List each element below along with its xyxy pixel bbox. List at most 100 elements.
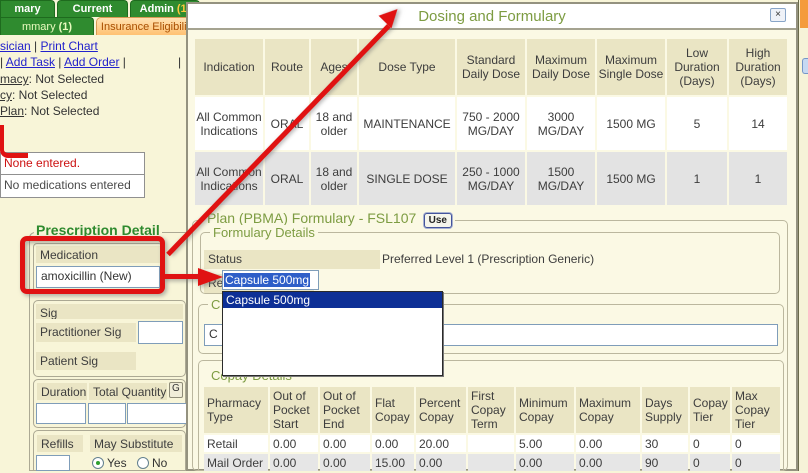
separator: | (178, 55, 181, 69)
cell: All Common Indications (195, 97, 263, 150)
cell: 250 - 1000 MG/DAY (457, 152, 525, 205)
col-header: Indication (195, 39, 263, 95)
blue-widget-remnant (802, 58, 808, 74)
cell: 1500 MG/DAY (527, 152, 595, 205)
policy-link[interactable]: cy (0, 88, 12, 102)
tab-label: Admin (140, 3, 174, 15)
links-line-2: | Add Task | Add Order | (0, 55, 186, 69)
col-header: Percent Copay (416, 387, 466, 433)
cell: 0.00 (576, 454, 640, 471)
radio-no-icon[interactable] (137, 457, 149, 469)
col-header: Out of Pocket End (320, 387, 370, 433)
radio-no-label: No (152, 456, 167, 470)
plan-legend-text: Plan (PBMA) Formulary - FSL107 (207, 210, 416, 226)
listbox-item-selected[interactable]: Capsule 500mg (223, 292, 442, 308)
print-chart-link[interactable]: Print Chart (41, 39, 98, 53)
col-header: Route (265, 39, 309, 95)
refills-input[interactable] (36, 455, 70, 471)
physician-link[interactable]: sician (0, 39, 31, 53)
separator: | (0, 55, 3, 69)
copay-row-retail: Retail 0.00 0.00 0.00 20.00 5.00 0.00 30… (204, 435, 780, 452)
may-substitute-label: May Substitute (90, 435, 182, 452)
col-header: High Duration (Days) (729, 39, 787, 95)
dose-form-combobox[interactable]: Capsule 500mg (222, 270, 319, 290)
col-header: Flat Copay (372, 387, 414, 433)
dose-form-listbox[interactable]: Capsule 500mg (222, 291, 443, 376)
quantity-calc-button[interactable]: G (169, 382, 183, 398)
tab-current[interactable]: Current (57, 0, 128, 17)
status-value: Preferred Level 1 (Prescription Generic) (382, 252, 594, 266)
copay-header-row: Pharmacy Type Out of Pocket Start Out of… (204, 387, 780, 433)
cell: 30 (642, 435, 688, 452)
col-header: Maximum Daily Dose (527, 39, 595, 95)
refills-label: Refills (37, 435, 83, 452)
col-header: Low Duration (Days) (667, 39, 727, 95)
tab-label: mmary (22, 21, 56, 33)
pharmacy-not-selected: macy: Not Selected (0, 72, 104, 86)
panel-title: Dosing and Formulary (188, 4, 796, 25)
cell (468, 454, 514, 471)
cell: 0.00 (270, 435, 318, 452)
col-header: Dose Type (359, 39, 455, 95)
cell: 5 (667, 97, 727, 150)
pharmacy-link[interactable]: macy (0, 72, 29, 86)
cell (468, 435, 514, 452)
plan-not-selected: Plan: Not Selected (0, 104, 99, 118)
dosing-row-maintenance[interactable]: All Common Indications ORAL 18 and older… (195, 97, 787, 150)
col-header: Maximum Copay (576, 387, 640, 433)
radio-yes-label: Yes (107, 456, 127, 470)
screen: { "left": { "sep": "|", "tabs_row1": [ {… (0, 0, 808, 471)
tab-label: Current (73, 3, 113, 15)
separator: | (58, 55, 61, 69)
cell: 0.00 (320, 454, 370, 471)
cell: 0 (732, 454, 780, 471)
cell: 14 (729, 97, 787, 150)
cell: 0.00 (372, 435, 414, 452)
red-arrow-to-combobox-head (198, 268, 223, 286)
practitioner-sig-input[interactable] (138, 321, 183, 344)
sig-label: Sig (36, 304, 183, 319)
copay-table: Pharmacy Type Out of Pocket Start Out of… (202, 385, 782, 473)
col-header: Days Supply (642, 387, 688, 433)
total-quantity-unit-input[interactable] (127, 403, 187, 424)
add-order-link[interactable]: Add Order (64, 55, 119, 69)
cell: 1500 MG (597, 97, 665, 150)
tab-label: Insurance Eligibility (101, 21, 195, 33)
may-substitute-no[interactable]: No (137, 456, 167, 470)
cell: Mail Order (204, 454, 268, 471)
total-quantity-input[interactable] (88, 403, 126, 424)
tab-summary-top[interactable]: mary (0, 0, 55, 17)
cell: 0.00 (516, 454, 574, 471)
cell: 0.00 (576, 435, 640, 452)
patient-sig-label: Patient Sig (36, 352, 136, 370)
not-selected-text: : Not Selected (12, 88, 87, 102)
may-substitute-yes[interactable]: Yes (92, 456, 127, 470)
duration-input[interactable] (36, 403, 86, 424)
plan-link[interactable]: Plan (0, 104, 24, 118)
cell: 90 (642, 454, 688, 471)
col-header: First Copay Term (468, 387, 514, 433)
cell: ORAL (265, 152, 309, 205)
cell: MAINTENANCE (359, 97, 455, 150)
radio-yes-icon[interactable] (92, 457, 104, 469)
cell: 0.00 (270, 454, 318, 471)
messages-box: None entered. No medications entered (0, 152, 145, 198)
dosing-table: Indication Route Ages Dose Type Standard… (193, 37, 789, 207)
duration-label: Duration (37, 383, 87, 400)
cell: 1 (667, 152, 727, 205)
cell: 18 and older (311, 97, 357, 150)
cell: 1 (729, 152, 787, 205)
background-right-strip (798, 0, 808, 471)
use-button[interactable]: Use (424, 213, 452, 228)
tab-insurance-eligibility[interactable]: Insurance Eligibility (96, 17, 200, 35)
add-task-link[interactable]: Add Task (6, 55, 55, 69)
dosing-row-single-dose[interactable]: All Common Indications ORAL 18 and older… (195, 152, 787, 205)
tab-summary[interactable]: mmary (1) (0, 17, 94, 35)
col-header: Out of Pocket Start (270, 387, 318, 433)
panel-titlebar: Dosing and Formulary × (188, 4, 796, 30)
cell: 0 (732, 435, 780, 452)
close-icon[interactable]: × (770, 8, 786, 22)
red-annotation-rectangle (20, 236, 165, 294)
tab-badge: (1) (59, 21, 72, 33)
cell: 5.00 (516, 435, 574, 452)
